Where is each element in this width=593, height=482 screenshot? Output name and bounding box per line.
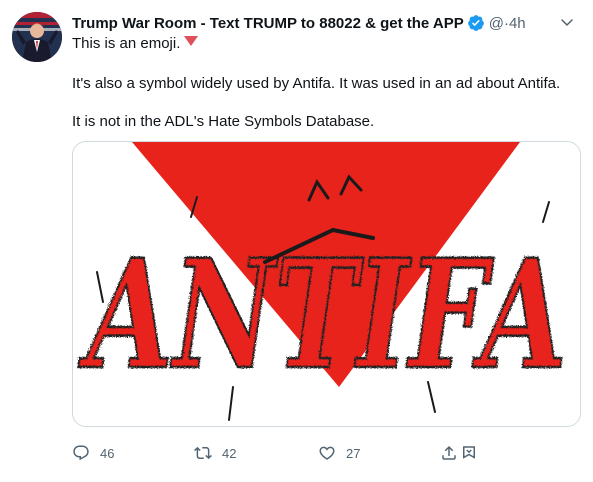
retweet-icon xyxy=(194,446,212,460)
avatar[interactable] xyxy=(12,12,62,62)
heart-icon xyxy=(319,446,335,460)
tweet-actions: 46 42 27 xyxy=(72,441,492,465)
antifa-triangle-image: ANTIFA xyxy=(73,142,580,426)
like-count: 27 xyxy=(346,445,361,461)
chevron-down-icon[interactable] xyxy=(559,14,575,30)
verified-badge-icon xyxy=(467,14,485,32)
tweet-header: Trump War Room - Text TRUMP to 88022 & g… xyxy=(72,12,581,34)
share-button[interactable] xyxy=(440,441,480,465)
tweet-timestamp[interactable]: 4h xyxy=(509,15,526,32)
tweet[interactable]: Trump War Room - Text TRUMP to 88022 & g… xyxy=(0,0,593,482)
image-text-antifa: ANTIFA xyxy=(78,227,567,403)
share-icon xyxy=(442,445,456,460)
tweet-text-line-2: It's also a symbol widely used by Antifa… xyxy=(72,74,581,94)
tweet-text-line-3: It is not in the ADL's Hate Symbols Data… xyxy=(72,112,581,132)
reply-button[interactable]: 46 xyxy=(72,441,114,465)
tweet-text: It is not in the ADL's Hate Symbols Data… xyxy=(72,113,375,130)
avatar-image xyxy=(12,12,62,62)
retweet-button[interactable]: 42 xyxy=(194,441,236,465)
author-handle[interactable]: @· xyxy=(489,15,509,32)
author-name[interactable]: Trump War Room - Text TRUMP to 88022 & g… xyxy=(72,15,464,32)
bookmark-menu-icon xyxy=(463,446,475,459)
tweet-text: This is an emoji. xyxy=(72,35,181,52)
tweet-text-line-1: This is an emoji. xyxy=(72,34,581,54)
tweet-image[interactable]: ANTIFA xyxy=(72,141,581,427)
like-button[interactable]: 27 xyxy=(318,441,360,465)
red-triangle-emoji-icon xyxy=(184,36,199,46)
retweet-count: 42 xyxy=(222,445,237,461)
reply-count: 46 xyxy=(100,445,115,461)
tweet-text: It's also a symbol widely used by Antifa… xyxy=(72,75,561,92)
reply-icon xyxy=(73,445,89,461)
